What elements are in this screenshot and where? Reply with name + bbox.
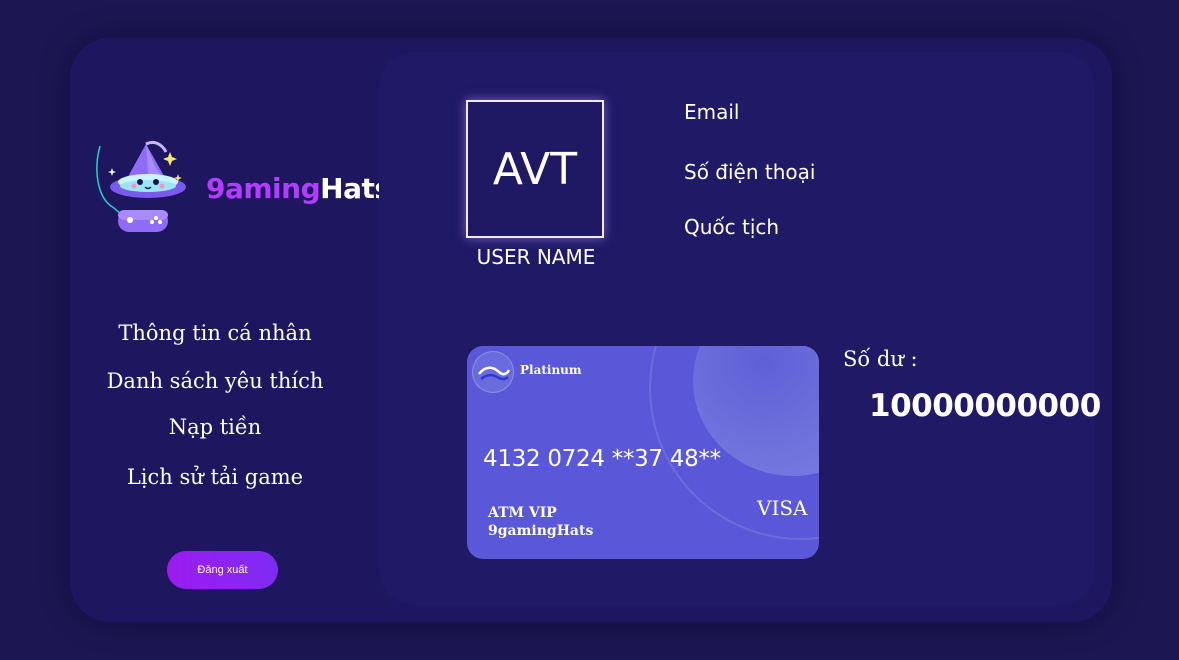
card-number: 4132 0724 **37 48** (483, 446, 721, 472)
menu-item-download-history[interactable]: Lịch sử tải game (70, 465, 360, 489)
username: USER NAME (476, 245, 596, 269)
sidebar: 9amingHats Thông tin cá nhân Danh sách y… (70, 38, 391, 622)
phone-label: Số điện thoại (684, 160, 816, 184)
avatar-text: AVT (492, 143, 578, 195)
balance-label: Số dư : (843, 347, 918, 371)
menu-item-favorites[interactable]: Danh sách yêu thích (70, 369, 360, 393)
menu-item-top-up[interactable]: Nạp tiền (70, 415, 360, 439)
brand-logo[interactable]: 9amingHats (94, 138, 391, 238)
card-tier: Platinum (520, 363, 582, 377)
logout-button[interactable]: Đăng xuất (167, 551, 278, 589)
balance-value: 10000000000 (869, 388, 1101, 424)
payment-card[interactable]: Platinum 4132 0724 **37 48** VISA ATM VI… (467, 346, 819, 559)
gamepad-icon (118, 210, 168, 232)
wave-logo-icon (472, 351, 514, 393)
nationality-label: Quốc tịch (684, 215, 780, 239)
menu-item-personal-info[interactable]: Thông tin cá nhân (70, 321, 360, 345)
card-holder: 9gamingHats (488, 523, 594, 539)
brand-wordmark: 9amingHats (206, 172, 391, 205)
email-label: Email (684, 100, 740, 124)
brand-wordmark-part1: 9aming (206, 172, 321, 205)
avatar[interactable]: AVT (466, 100, 604, 238)
card-type: ATM VIP (488, 505, 557, 521)
profile-panel: AVT USER NAME Email Số điện thoại Quốc t… (379, 52, 1101, 605)
card-network: VISA (757, 496, 808, 520)
